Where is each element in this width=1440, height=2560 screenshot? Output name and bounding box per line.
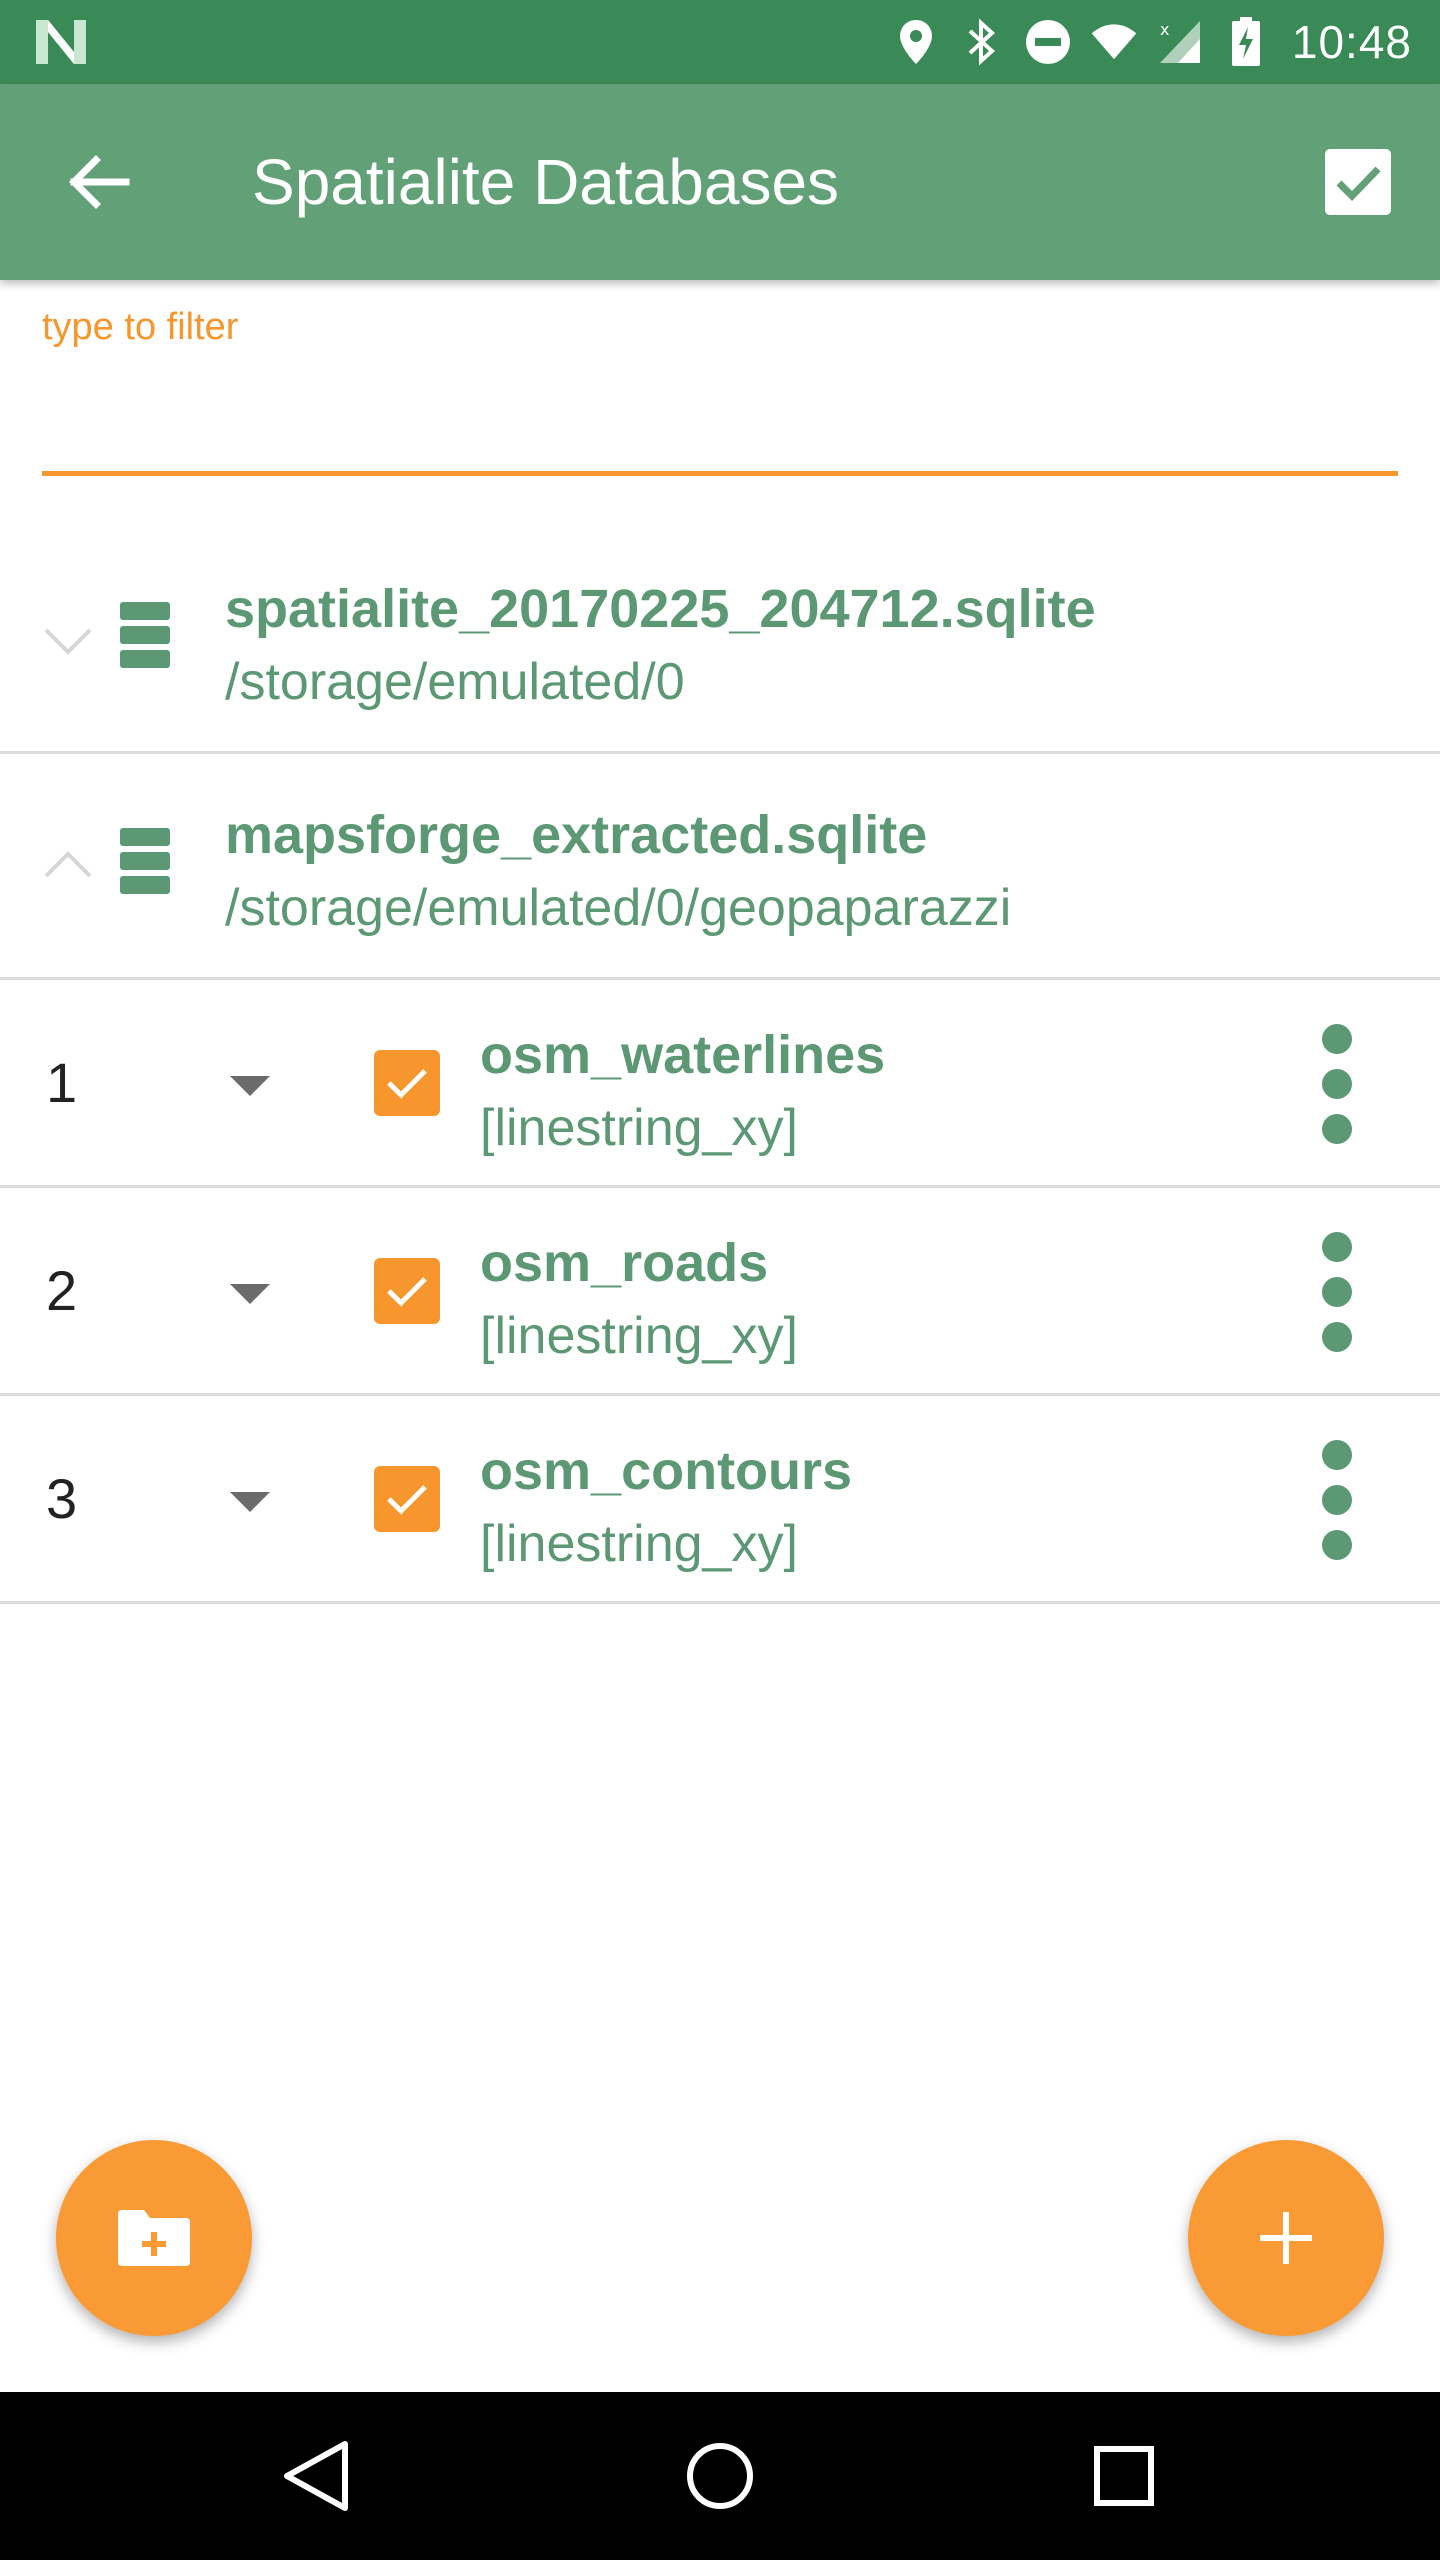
nav-back-button[interactable] [266,2426,366,2526]
chevron-down-icon[interactable] [40,612,96,668]
chevron-up-icon[interactable] [40,838,96,894]
status-icons: x 10:48 [892,0,1440,84]
back-button[interactable] [56,140,140,224]
database-name: mapsforge_extracted.sqlite [225,805,928,865]
dropdown-arrow-icon[interactable] [222,1064,278,1104]
layer-type: [linestring_xy] [480,1099,798,1157]
arrow-back-icon [69,155,130,209]
add-database-button[interactable] [1188,2140,1384,2336]
database-icon [120,602,170,668]
layer-row: 2 osm_roads [linestring_xy] [0,1188,1440,1396]
check-icon [387,1069,427,1099]
nav-home-button[interactable] [670,2426,770,2526]
database-icon [120,828,170,894]
layer-type: [linestring_xy] [480,1515,798,1573]
layer-name: osm_waterlines [480,1025,886,1085]
wifi-icon [1090,18,1138,66]
confirm-button[interactable] [1316,140,1400,224]
status-bar: x 10:48 [0,0,1440,84]
location-icon [892,18,940,66]
dropdown-arrow-icon[interactable] [222,1272,278,1312]
check-icon [387,1485,427,1515]
navigation-bar [0,2392,1440,2560]
layer-visibility-checkbox[interactable] [374,1050,440,1116]
page-title: Spatialite Databases [252,146,840,218]
database-name: spatialite_20170225_204712.sqlite [225,579,1096,639]
nav-recents-button[interactable] [1074,2426,1174,2526]
filter-input[interactable] [42,360,1398,476]
screen: x 10:48 Spatialite Databases type to fil… [0,0,1440,2560]
nav-back-icon [284,2441,348,2511]
layer-name: osm_contours [480,1441,853,1501]
battery-charging-icon [1222,17,1270,66]
add-icon [1260,2212,1312,2264]
signal-icon: x [1156,18,1204,66]
more-options-icon[interactable] [1310,1024,1364,1144]
layer-name: osm_roads [480,1233,769,1293]
filter-label: type to filter [42,306,239,348]
layer-index: 2 [46,1259,78,1322]
database-item[interactable]: mapsforge_extracted.sqlite /storage/emul… [0,754,1440,980]
status-time: 10:48 [1291,16,1412,68]
layer-visibility-checkbox[interactable] [374,1258,440,1324]
nav-home-icon [687,2443,753,2509]
bluetooth-icon [958,18,1006,66]
app-bar: Spatialite Databases [0,84,1440,280]
layer-type: [linestring_xy] [480,1307,798,1365]
do-not-disturb-icon [1024,18,1072,66]
layer-row: 3 osm_contours [linestring_xy] [0,1396,1440,1604]
database-path: /storage/emulated/0 [225,653,685,711]
more-options-icon[interactable] [1310,1440,1364,1560]
layer-visibility-checkbox[interactable] [374,1466,440,1532]
nav-recents-icon [1094,2446,1154,2506]
check-icon [387,1277,427,1307]
dropdown-arrow-icon[interactable] [222,1480,278,1520]
layer-index: 3 [46,1467,78,1530]
database-path: /storage/emulated/0/geopaparazzi [225,879,1012,937]
more-options-icon[interactable] [1310,1232,1364,1352]
svg-text:x: x [1160,20,1169,39]
layer-row: 1 osm_waterlines [linestring_xy] [0,980,1440,1188]
layer-index: 1 [46,1051,78,1114]
add-folder-button[interactable] [56,2140,252,2336]
database-item[interactable]: spatialite_20170225_204712.sqlite /stora… [0,528,1440,754]
n-logo-icon [36,20,86,64]
check-box-icon [1325,149,1391,215]
folder-add-icon [118,2210,190,2266]
